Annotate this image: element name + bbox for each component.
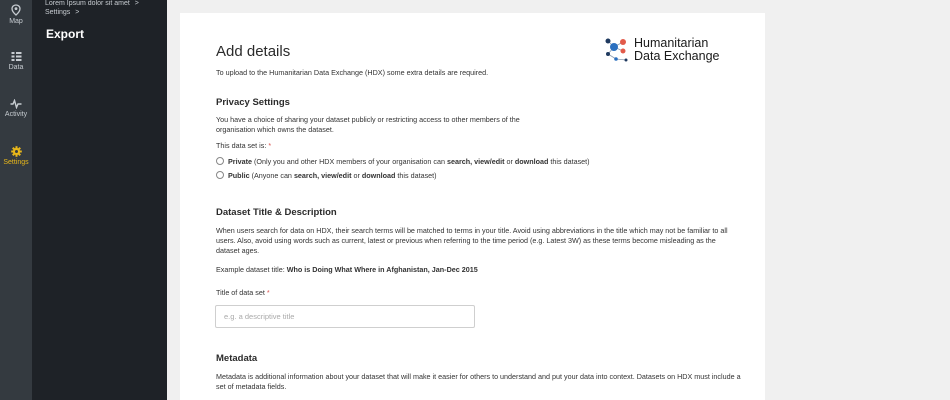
data-icon [11,52,21,61]
rail-item-label: Activity [4,111,28,118]
rail-item-label: Data [8,64,24,71]
option-name: Public [228,171,250,180]
rail-item-label: Map [9,18,23,25]
logo-line: Data Exchange [634,49,720,63]
privacy-question: This data set is: * [216,141,271,151]
title-field-label: Title of data set * [216,288,270,298]
breadcrumb-item[interactable]: Settings [45,9,70,16]
hdx-network-logo-icon [605,38,628,62]
option-text: (Only you and other HDX members of your … [253,157,447,166]
page-subtitle: To upload to the Humanitarian Data Excha… [216,68,489,77]
map-pin-icon [11,4,21,16]
private-radio[interactable] [216,157,224,165]
gear-icon [10,146,22,157]
breadcrumb-item[interactable]: Lorem Ipsum dolor sit amet [45,0,130,7]
metadata-description: Metadata is additional information about… [216,372,741,391]
breadcrumb[interactable]: Settings > [45,9,79,16]
logo-wordmark: Humanitarian Data Exchange [634,37,719,63]
dataset-description: When users search for data on HDX, their… [216,226,728,255]
option-text: (Anyone can [251,171,294,180]
panel-title: Export [46,27,85,41]
privacy-heading: Privacy Settings [216,97,290,108]
public-radio[interactable] [216,171,224,179]
privacy-option-public[interactable]: Public (Anyone can search, view/edit or … [216,171,437,180]
required-mark: * [268,141,272,150]
privacy-description: You have a choice of sharing your datase… [216,115,520,134]
rail-item-activity[interactable]: Activity [0,99,32,118]
option-text: this dataset) [395,171,437,180]
dataset-heading: Dataset Title & Description [216,207,337,218]
option-emph: search, view/edit [293,171,352,180]
option-text: or [351,171,362,180]
example-title: Example dataset title: Who is Doing What… [216,265,478,275]
rail-item-map[interactable]: Map [0,4,32,25]
side-panel: Lorem Ipsum dolor sit amet > Settings > … [32,0,167,400]
example-value: Who is Doing What Where in Afghanistan, … [286,265,478,274]
icon-rail: Map Data Activity Settings [0,0,32,400]
rail-item-data[interactable]: Data [0,51,32,71]
breadcrumb[interactable]: Lorem Ipsum dolor sit amet > [45,0,139,7]
metadata-heading: Metadata [216,353,258,364]
rail-item-label: Settings [3,159,29,166]
page-title: Add details [216,43,291,60]
activity-icon [10,99,22,109]
option-text: this dataset) [548,157,590,166]
privacy-option-private[interactable]: Private (Only you and other HDX members … [216,157,590,166]
option-text: or [504,157,515,166]
breadcrumb-separator: > [134,0,139,7]
option-name: Private [228,157,252,166]
dataset-title-input[interactable] [215,305,475,328]
example-label: Example dataset title: [216,265,285,274]
required-mark: * [266,288,270,297]
option-emph: download [514,157,549,166]
rail-item-settings[interactable]: Settings [0,146,32,166]
field-label: Title of data set [216,288,265,297]
privacy-question-label: This data set is: [216,141,267,150]
breadcrumb-separator: > [75,9,80,16]
option-emph: search, view/edit [446,157,505,166]
option-emph: download [361,171,396,180]
add-details-card: Humanitarian Data Exchange Add details T… [180,13,765,400]
